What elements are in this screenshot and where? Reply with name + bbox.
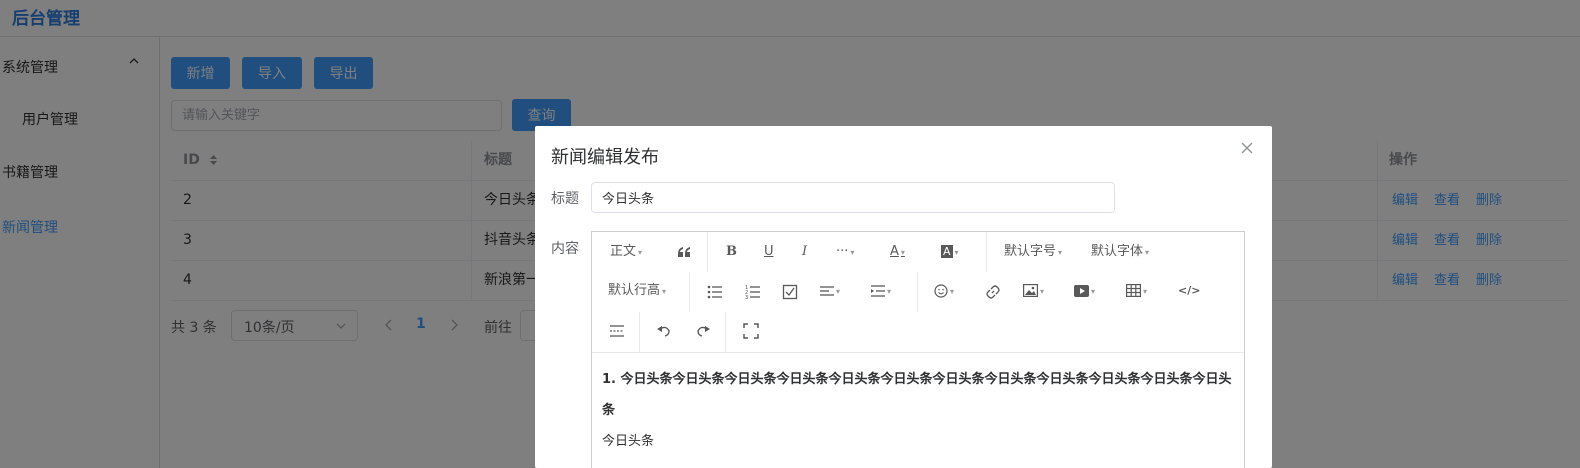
table-icon: [1126, 284, 1142, 298]
title-input[interactable]: [591, 182, 1115, 213]
code-icon[interactable]: </>: [1178, 279, 1200, 303]
redo-icon[interactable]: [695, 323, 711, 339]
svg-text:3: 3: [745, 295, 748, 300]
blockquote-icon[interactable]: [676, 244, 692, 260]
line-height-menu[interactable]: 默认行高 ▾: [608, 279, 666, 303]
dialog-title: 新闻编辑发布: [551, 147, 659, 168]
numbered-list-icon[interactable]: 1 2 3: [745, 284, 761, 300]
emoji-icon: [934, 283, 948, 298]
indent-icon: [871, 284, 885, 297]
emoji-menu[interactable]: ▾: [934, 279, 954, 303]
font-color-icon[interactable]: A ▾: [890, 240, 905, 264]
undo-icon[interactable]: [656, 323, 672, 339]
bulleted-list-icon[interactable]: [707, 284, 723, 300]
todo-checkbox-icon[interactable]: [782, 284, 798, 300]
background-color-icon[interactable]: A ▾: [941, 240, 959, 264]
table-menu[interactable]: ▾: [1126, 279, 1147, 303]
close-icon[interactable]: [1240, 141, 1254, 155]
align-menu[interactable]: ▾: [820, 279, 840, 303]
align-left-icon: [820, 285, 834, 296]
video-icon: [1074, 284, 1089, 297]
divider-line-icon[interactable]: [609, 323, 625, 339]
indent-menu[interactable]: ▾: [871, 279, 891, 303]
title-label: 标题: [551, 191, 579, 207]
content-line: 1. 今日头条今日头条今日头条今日头条今日头条今日头条今日头条今日头条今日头条今…: [602, 372, 1232, 418]
content-label: 内容: [551, 241, 579, 257]
video-menu[interactable]: ▾: [1074, 279, 1095, 303]
content-line: 今日头条: [602, 434, 655, 449]
fullscreen-icon[interactable]: [743, 323, 759, 339]
editor-content[interactable]: 1. 今日头条今日头条今日头条今日头条今日头条今日头条今日头条今日头条今日头条今…: [602, 364, 1242, 457]
news-edit-dialog: 新闻编辑发布 标题 内容 正文▾ B U I ···▾ A▾ A▾ 默认字号▾ …: [535, 126, 1272, 468]
italic-icon[interactable]: I: [802, 240, 807, 264]
font-size-menu[interactable]: 默认字号 ▾: [1004, 240, 1062, 264]
bold-icon[interactable]: B: [726, 240, 737, 264]
image-menu[interactable]: ▾: [1023, 279, 1044, 303]
image-icon: [1023, 284, 1039, 298]
underline-icon[interactable]: U: [764, 240, 774, 264]
font-family-menu[interactable]: 默认字体 ▾: [1091, 240, 1149, 264]
more-format-icon[interactable]: ··· ▾: [836, 240, 854, 264]
paragraph-style-menu[interactable]: 正文 ▾: [610, 240, 642, 264]
link-icon[interactable]: [985, 284, 1001, 300]
editor-toolbar: 正文 ▾ B U I ··· ▾ A ▾ A ▾ 默认字号 ▾ 默认字体 ▾ 默认行高 ▾: [592, 232, 1244, 353]
rich-text-editor: 正文 ▾ B U I ··· ▾ A ▾ A ▾ 默认字号 ▾ 默认字体 ▾ 默认行高 ▾: [591, 231, 1245, 468]
